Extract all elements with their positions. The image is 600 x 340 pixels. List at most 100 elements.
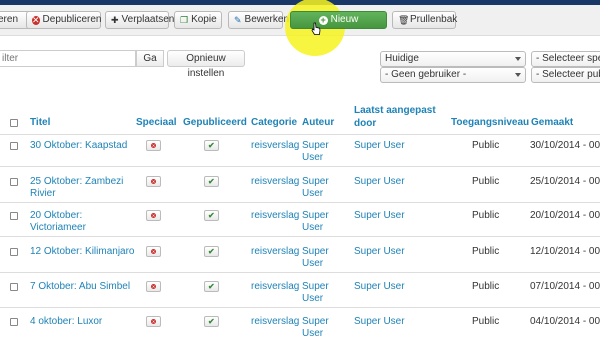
special-toggle[interactable]: ✕ — [146, 140, 161, 151]
row-access: Public — [472, 210, 500, 221]
unfeatured-icon: ✕ — [151, 319, 156, 324]
row-author-line2: User — [302, 152, 324, 163]
edit-button[interactable]: ✎ Bewerken — [228, 11, 289, 29]
row-author-link[interactable]: Super User — [302, 176, 329, 200]
row-divider — [0, 166, 600, 167]
checkmark-icon: ✔ — [208, 141, 215, 150]
row-title-line2: Victoriameer — [30, 222, 86, 233]
header-title[interactable]: Titel — [30, 117, 50, 129]
row-title-link[interactable]: 20 Oktober: Victoriameer — [30, 210, 86, 234]
row-category-link[interactable]: reisverslag — [251, 210, 299, 222]
unpublish-icon: ✕ — [32, 14, 40, 25]
copy-label: Kopie — [191, 14, 217, 25]
row-created: 30/10/2014 - 00:00 — [530, 140, 600, 151]
row-author-line1: Super — [302, 210, 329, 221]
row-modified-by[interactable]: Super User — [354, 176, 405, 188]
row-author-link[interactable]: Super User — [302, 316, 329, 340]
checkmark-icon: ✔ — [208, 317, 215, 326]
row-title-link[interactable]: 7 Oktober: Abu Simbel — [30, 281, 130, 293]
special-toggle[interactable]: ✕ — [146, 281, 161, 292]
publish-select-value: - Selecteer publ — [536, 69, 600, 80]
row-access: Public — [472, 246, 500, 257]
specific-select-value: - Selecteer speci — [536, 53, 600, 64]
row-category-link[interactable]: reisverslag — [251, 281, 299, 293]
row-checkbox[interactable] — [10, 142, 18, 150]
header-author[interactable]: Auteur — [302, 117, 334, 129]
published-toggle[interactable]: ✔ — [204, 281, 219, 292]
row-author-link[interactable]: Super User — [302, 246, 329, 270]
row-title-line2: Rivier — [30, 188, 56, 199]
row-checkbox[interactable] — [10, 178, 18, 186]
row-checkbox[interactable] — [10, 248, 18, 256]
go-button[interactable]: Ga — [136, 50, 164, 67]
row-modified-by[interactable]: Super User — [354, 316, 405, 328]
edit-icon: ✎ — [234, 14, 242, 25]
special-toggle[interactable]: ✕ — [146, 176, 161, 187]
checkmark-icon: ✔ — [208, 177, 215, 186]
new-button[interactable]: + Nieuw — [290, 11, 387, 29]
row-checkbox[interactable] — [10, 212, 18, 220]
row-category-link[interactable]: reisverslag — [251, 246, 299, 258]
header-divider — [0, 134, 600, 135]
row-author-line1: Super — [302, 281, 329, 292]
user-select[interactable]: - Geen gebruiker - — [380, 67, 526, 83]
user-select-value: - Geen gebruiker - — [385, 69, 467, 80]
reset-button[interactable]: Opnieuw instellen — [167, 50, 245, 79]
row-author-link[interactable]: Super User — [302, 210, 329, 234]
row-category-link[interactable]: reisverslag — [251, 176, 299, 188]
header-access[interactable]: Toegangsniveau — [451, 117, 529, 129]
special-toggle[interactable]: ✕ — [146, 210, 161, 221]
row-title-link[interactable]: 30 Oktober: Kaapstad — [30, 140, 127, 152]
published-toggle[interactable]: ✔ — [204, 316, 219, 327]
move-button[interactable]: ✚ Verplaatsen — [105, 11, 174, 29]
specific-select[interactable]: - Selecteer speci — [531, 51, 600, 67]
row-author-line2: User — [302, 293, 324, 304]
trash-label: Prullenbak — [410, 14, 458, 25]
publish-select[interactable]: - Selecteer publ — [531, 67, 600, 83]
row-modified-by[interactable]: Super User — [354, 281, 405, 293]
row-checkbox[interactable] — [10, 318, 18, 326]
published-toggle[interactable]: ✔ — [204, 210, 219, 221]
row-modified-by[interactable]: Super User — [354, 210, 405, 222]
row-created: 04/10/2014 - 00:00 — [530, 316, 600, 327]
row-title-link[interactable]: 4 oktober: Luxor — [30, 316, 102, 328]
row-created: 07/10/2014 - 00:00 — [530, 281, 600, 292]
select-all-checkbox[interactable] — [10, 119, 18, 127]
row-title-link[interactable]: 12 Oktober: Kilimanjaro — [30, 246, 135, 258]
published-toggle[interactable]: ✔ — [204, 176, 219, 187]
row-divider — [0, 272, 600, 273]
header-created[interactable]: Gemaakt — [531, 117, 573, 129]
search-input[interactable] — [0, 50, 136, 67]
row-author-line2: User — [302, 328, 324, 339]
special-toggle[interactable]: ✕ — [146, 316, 161, 327]
row-author-link[interactable]: Super User — [302, 140, 329, 164]
row-author-line1: Super — [302, 246, 329, 257]
published-toggle[interactable]: ✔ — [204, 140, 219, 151]
row-author-link[interactable]: Super User — [302, 281, 329, 305]
row-checkbox[interactable] — [10, 283, 18, 291]
header-category[interactable]: Categorie — [251, 117, 297, 129]
row-category-link[interactable]: reisverslag — [251, 316, 299, 328]
published-toggle[interactable]: ✔ — [204, 246, 219, 257]
row-modified-by[interactable]: Super User — [354, 246, 405, 258]
row-title-line1: 20 Oktober: — [30, 210, 83, 221]
row-created: 20/10/2014 - 00:00 — [530, 210, 600, 221]
row-author-line2: User — [302, 258, 324, 269]
special-toggle[interactable]: ✕ — [146, 246, 161, 257]
row-divider — [0, 202, 600, 203]
copy-icon: ❐ — [180, 14, 189, 25]
hand-cursor-icon — [311, 22, 321, 35]
row-modified-by[interactable]: Super User — [354, 140, 405, 152]
row-category-link[interactable]: reisverslag — [251, 140, 299, 152]
unpublish-button[interactable]: ✕ Depubliceren — [26, 11, 101, 29]
copy-button[interactable]: ❐ Kopie — [174, 11, 222, 29]
header-special[interactable]: Speciaal — [136, 117, 177, 129]
checkmark-icon: ✔ — [208, 282, 215, 291]
unfeatured-icon: ✕ — [151, 213, 156, 218]
row-title-link[interactable]: 25 Oktober: Zambezi Rivier — [30, 176, 123, 200]
trash-button[interactable]: 🗑 Prullenbak — [392, 11, 458, 29]
header-modified-by[interactable]: Laatst aangepast door — [354, 105, 436, 130]
header-published[interactable]: Gepubliceerd — [183, 117, 247, 129]
period-select[interactable]: Huidige — [380, 51, 526, 67]
chevron-down-icon — [515, 73, 521, 77]
